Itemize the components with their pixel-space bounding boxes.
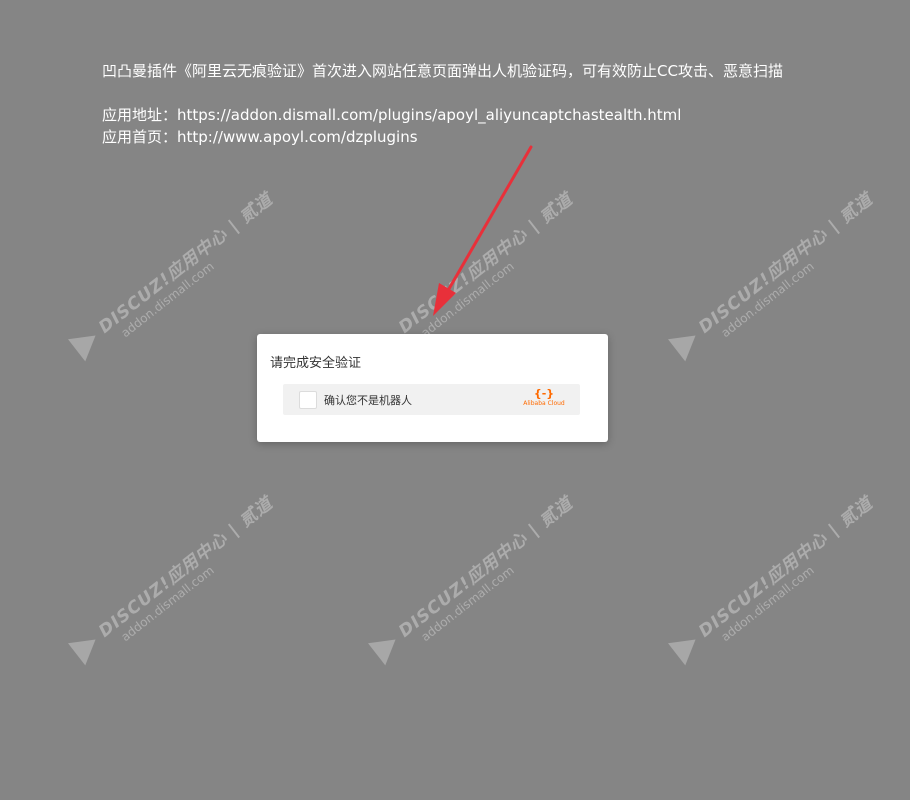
alibaba-cloud-logo: {-} Alibaba Cloud bbox=[522, 388, 566, 408]
watermark-brand: DISCUZ!应用中心 | 贰道 bbox=[395, 493, 577, 642]
plugin-description: 凹凸曼插件《阿里云无痕验证》首次进入网站任意页面弹出人机验证码，可有效防止CC攻… bbox=[102, 62, 783, 80]
alibaba-cloud-name: Alibaba Cloud bbox=[523, 400, 565, 407]
watermark-domain: addon.dismall.com bbox=[418, 563, 517, 645]
discuz-logo-icon bbox=[668, 628, 705, 666]
watermark-domain: addon.dismall.com bbox=[418, 259, 517, 341]
watermark-brand: DISCUZ!应用中心 | 贰道 bbox=[695, 493, 877, 642]
watermark-brand: DISCUZ!应用中心 | 贰道 bbox=[695, 189, 877, 338]
watermark-domain: addon.dismall.com bbox=[718, 563, 817, 645]
security-verification-dialog: 请完成安全验证 确认您不是机器人 {-} Alibaba Cloud bbox=[257, 334, 608, 442]
dialog-title: 请完成安全验证 bbox=[270, 356, 362, 371]
captcha-widget[interactable]: 确认您不是机器人 {-} Alibaba Cloud bbox=[283, 384, 580, 415]
watermark: DISCUZ!应用中心 | 贰道 addon.dismall.com bbox=[68, 474, 318, 669]
not-robot-checkbox[interactable] bbox=[299, 391, 317, 409]
watermark: DISCUZ!应用中心 | 贰道 addon.dismall.com bbox=[668, 170, 910, 365]
arrow-head bbox=[433, 283, 456, 316]
watermark-brand: DISCUZ!应用中心 | 贰道 bbox=[95, 493, 277, 642]
watermark-brand: DISCUZ!应用中心 | 贰道 bbox=[395, 189, 577, 338]
discuz-logo-icon bbox=[68, 324, 105, 362]
watermark-domain: addon.dismall.com bbox=[718, 259, 817, 341]
watermark-domain: addon.dismall.com bbox=[118, 563, 217, 645]
arrow-shaft bbox=[444, 145, 533, 296]
home-url-line: 应用首页：http://www.apoyl.com/dzplugins bbox=[102, 128, 418, 146]
watermark: DISCUZ!应用中心 | 贰道 addon.dismall.com bbox=[668, 474, 910, 669]
discuz-logo-icon bbox=[68, 628, 105, 666]
not-robot-label[interactable]: 确认您不是机器人 bbox=[324, 392, 412, 408]
watermark-domain: addon.dismall.com bbox=[118, 259, 217, 341]
watermark: DISCUZ!应用中心 | 贰道 addon.dismall.com bbox=[368, 474, 618, 669]
discuz-logo-icon bbox=[368, 628, 405, 666]
app-url-line: 应用地址：https://addon.dismall.com/plugins/a… bbox=[102, 106, 682, 124]
watermark-brand: DISCUZ!应用中心 | 贰道 bbox=[95, 189, 277, 338]
alibaba-cloud-icon: {-} bbox=[533, 387, 555, 400]
discuz-logo-icon bbox=[668, 324, 705, 362]
